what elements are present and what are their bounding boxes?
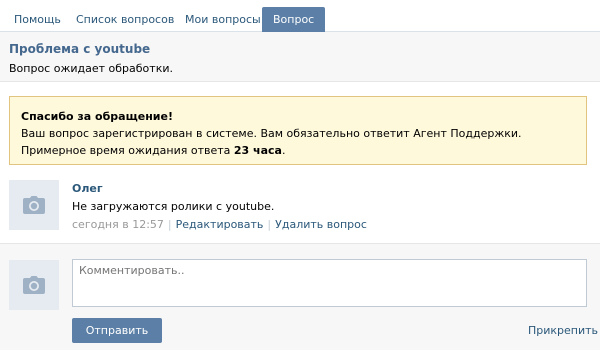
comment-input[interactable] (72, 259, 587, 307)
message-author[interactable]: Олег (72, 182, 103, 195)
attach-link[interactable]: Прикрепить (528, 324, 598, 337)
message-meta: сегодня в 12:57 | Редактировать | Удалить во… (72, 218, 367, 231)
question-status: Вопрос ожидает обработки. (9, 62, 173, 75)
tab-questions-list[interactable]: Список вопросов (65, 7, 185, 32)
meta-separator: | (267, 218, 272, 231)
question-title: Проблема с youtube (9, 42, 151, 56)
question-header: Проблема с youtube Вопрос ожидает обрабо… (0, 32, 600, 82)
wait-time-value: 23 часа (233, 144, 282, 157)
my-avatar (9, 260, 59, 310)
notice-text: Ваш вопрос зарегистрирован в системе. Ва… (21, 127, 522, 140)
message-text: Не загружаются ролики с youtube. (72, 200, 275, 213)
tab-bar: Помощь Список вопросов Мои вопросы Вопро… (0, 0, 600, 32)
message-time: сегодня в 12:57 (72, 218, 164, 231)
delete-question-link[interactable]: Удалить вопрос (275, 218, 367, 231)
meta-separator: | (167, 218, 172, 231)
tab-help[interactable]: Помощь (3, 7, 72, 32)
send-button[interactable]: Отправить (72, 318, 162, 343)
notice-wait-time: Примерное время ожидания ответа 23 часа. (21, 144, 286, 157)
author-avatar[interactable] (9, 180, 59, 230)
thanks-notice: Спасибо за обращение! Ваш вопрос зарегис… (9, 96, 587, 165)
camera-icon (23, 196, 45, 214)
edit-link[interactable]: Редактировать (176, 218, 264, 231)
tab-my-questions[interactable]: Мои вопросы (174, 7, 272, 32)
notice-title: Спасибо за обращение! (21, 110, 173, 123)
camera-icon (23, 276, 45, 294)
tab-question[interactable]: Вопрос (262, 7, 326, 32)
